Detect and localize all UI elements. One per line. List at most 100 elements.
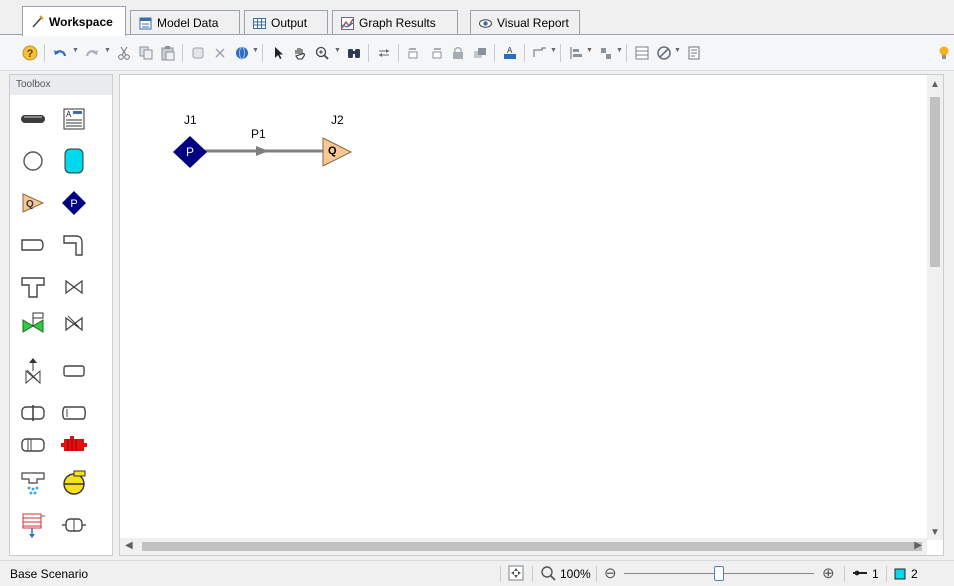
tee-tool-icon[interactable] (19, 273, 47, 301)
zoom-dropdown-icon[interactable]: ▼ (334, 47, 341, 54)
zoom-in-icon[interactable] (312, 43, 332, 63)
multi-stage-heat-exchanger-tool-icon[interactable] (19, 511, 47, 539)
reservoir-tool-icon[interactable] (60, 147, 88, 175)
globe-dropdown-icon[interactable]: ▼ (252, 47, 259, 54)
copy-icon[interactable] (136, 43, 156, 63)
globe-icon[interactable] (232, 43, 252, 63)
scroll-right-icon[interactable]: ▶ (914, 540, 922, 551)
status-bar: Base Scenario 100% ⊖ ⊕ 1 2 (0, 560, 954, 586)
orifice-tool-icon[interactable] (19, 399, 47, 427)
svg-text:?: ? (27, 48, 34, 60)
align-vertical-dropdown-icon[interactable]: ▼ (586, 47, 593, 54)
area-change-tool-icon[interactable] (60, 357, 88, 385)
lock-icon[interactable] (448, 43, 468, 63)
help-icon[interactable]: ? (20, 43, 40, 63)
control-valve-tool-icon[interactable] (19, 309, 47, 337)
heat-exchanger-tool-icon[interactable] (19, 431, 47, 459)
assigned-pressure-tool-icon[interactable]: P (60, 189, 88, 217)
status-separator (886, 566, 887, 582)
bend-tool-icon[interactable] (60, 231, 88, 259)
delete-icon[interactable] (210, 43, 230, 63)
output-table-icon (253, 17, 266, 30)
pipe-count-icon (852, 567, 868, 582)
pipe-tool-icon[interactable] (19, 105, 47, 133)
relief-valve-tool-icon[interactable] (19, 357, 47, 385)
tab-graph-results[interactable]: Graph Results (332, 10, 458, 35)
tab-output[interactable]: Output (244, 10, 328, 35)
find-binoculars-icon[interactable] (344, 43, 364, 63)
zoom-out-icon[interactable]: ⊖ (604, 564, 617, 582)
undo-dropdown-icon[interactable]: ▼ (72, 47, 79, 54)
horizontal-scrollbar[interactable]: ◀ ▶ (120, 538, 927, 555)
tab-label: Output (271, 16, 308, 30)
workspace-canvas[interactable]: P Q J1 P1 J2 ▲ ▼ ◀ ▶ (119, 74, 944, 556)
tab-label: Workspace (49, 14, 113, 29)
flow-arrow-icon (256, 146, 269, 156)
tab-model-data[interactable]: Model Data (130, 10, 240, 35)
cut-icon[interactable] (114, 43, 134, 63)
model-data-icon (139, 17, 152, 30)
report-icon[interactable] (684, 43, 704, 63)
centrifugal-pump-tool-icon[interactable] (60, 469, 88, 497)
bring-front-icon[interactable] (470, 43, 490, 63)
tab-label: Graph Results (359, 16, 436, 30)
junction-count-icon (894, 568, 906, 583)
toolbar-separator (262, 44, 263, 62)
special-conditions-icon[interactable] (654, 43, 674, 63)
zoom-magnifier-icon[interactable] (540, 565, 556, 584)
status-separator (596, 566, 597, 582)
status-separator (532, 566, 533, 582)
tab-workspace[interactable]: Workspace (22, 6, 126, 36)
undo-icon[interactable] (50, 43, 70, 63)
zoom-percentage[interactable]: 100% (560, 567, 591, 581)
distribute-icon[interactable] (596, 43, 616, 63)
pan-hand-icon[interactable] (290, 43, 310, 63)
junction-j2-label: J2 (331, 113, 344, 127)
pipe-p1-label: P1 (251, 127, 266, 141)
annotation-tool-icon[interactable]: A (60, 105, 88, 133)
spray-discharge-tool-icon[interactable] (60, 399, 88, 427)
scroll-down-icon[interactable]: ▼ (930, 527, 940, 538)
workspace-icon (31, 15, 44, 28)
paste-icon[interactable] (158, 43, 178, 63)
select-box-icon[interactable] (188, 43, 208, 63)
dead-end-tool-icon[interactable] (19, 231, 47, 259)
align-left-icon[interactable] (404, 43, 424, 63)
svg-text:A: A (507, 46, 513, 55)
special-conditions-dropdown-icon[interactable]: ▼ (674, 47, 681, 54)
fit-to-window-icon[interactable] (508, 565, 524, 584)
tip-lightbulb-icon[interactable] (934, 43, 954, 63)
tab-visual-report[interactable]: Visual Report (470, 10, 580, 35)
zoom-slider-thumb[interactable] (714, 566, 724, 581)
show-labels-icon[interactable]: A (500, 43, 520, 63)
vertical-scroll-thumb[interactable] (930, 97, 940, 267)
pointer-icon[interactable] (268, 43, 288, 63)
reverse-direction-icon[interactable] (374, 43, 394, 63)
general-component-tool-icon[interactable] (60, 511, 88, 539)
svg-text:P: P (70, 198, 77, 210)
align-right-icon[interactable] (426, 43, 446, 63)
check-valve-tool-icon[interactable] (60, 309, 88, 337)
toolbar-separator (626, 44, 627, 62)
pump-tool-icon[interactable] (60, 431, 88, 459)
redo-dropdown-icon[interactable]: ▼ (104, 47, 111, 54)
branch-junction-tool-icon[interactable] (19, 147, 47, 175)
toolbar-separator (560, 44, 561, 62)
redo-icon[interactable] (82, 43, 102, 63)
assigned-flow-tool-icon[interactable]: Q (19, 189, 47, 217)
spray-nozzle-tool-icon[interactable] (19, 469, 47, 497)
valve-tool-icon[interactable] (60, 273, 88, 301)
scroll-left-icon[interactable]: ◀ (125, 540, 133, 551)
scenario-name[interactable]: Base Scenario (10, 567, 88, 581)
pipe-segments-dropdown-icon[interactable]: ▼ (550, 47, 557, 54)
vertical-scrollbar[interactable]: ▲ ▼ (927, 75, 943, 540)
scroll-up-icon[interactable]: ▲ (930, 79, 940, 90)
horizontal-scroll-thumb[interactable] (142, 542, 922, 551)
zoom-in-icon[interactable]: ⊕ (822, 564, 835, 582)
distribute-dropdown-icon[interactable]: ▼ (616, 47, 623, 54)
properties-grid-icon[interactable] (632, 43, 652, 63)
pipe-segments-icon[interactable] (530, 43, 550, 63)
align-vertical-icon[interactable] (566, 43, 586, 63)
junction-count: 2 (911, 567, 918, 581)
toolbox-title: Toolbox (10, 75, 112, 95)
